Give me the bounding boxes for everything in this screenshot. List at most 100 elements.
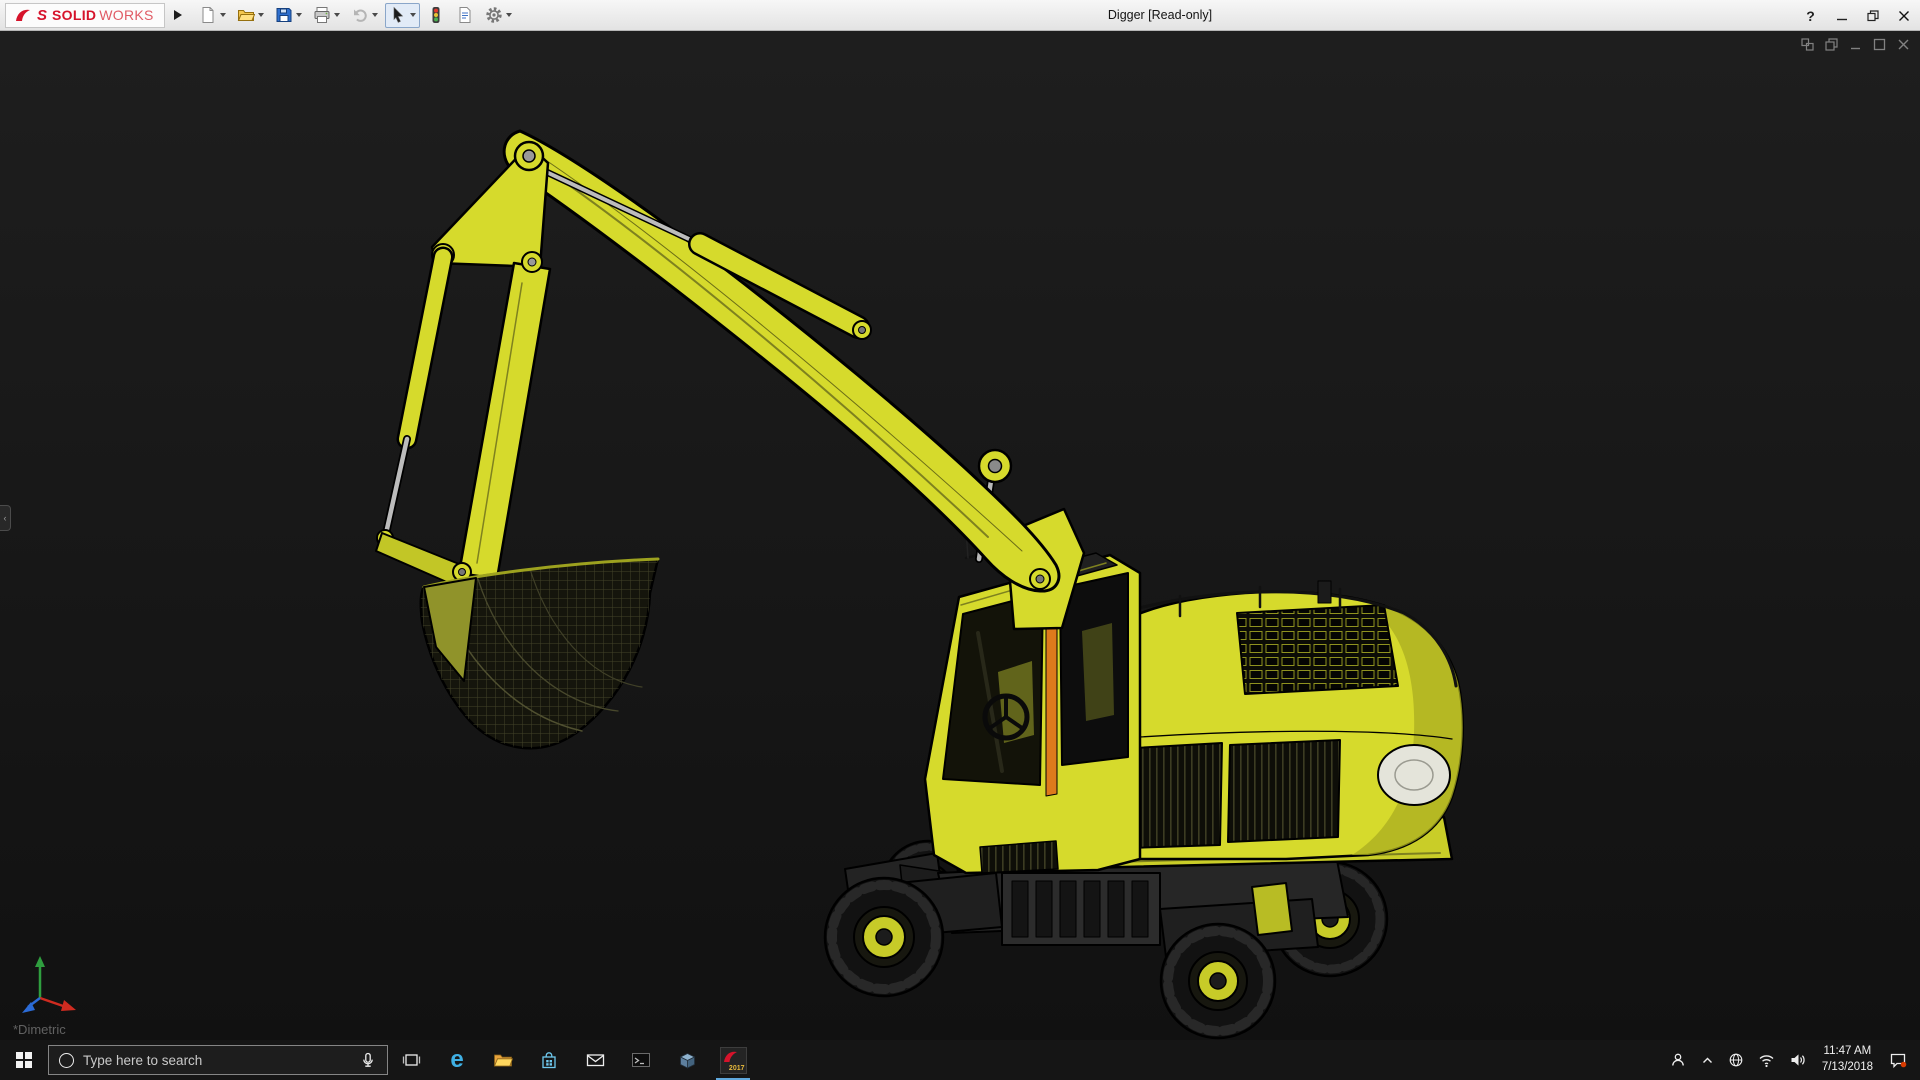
minimize-button[interactable] [1828, 4, 1855, 27]
people-button[interactable] [1662, 1051, 1694, 1069]
task-view-button[interactable] [388, 1040, 434, 1080]
console-icon [631, 1051, 651, 1069]
tank-cap [1378, 745, 1450, 805]
restore-down-icon [1867, 10, 1879, 22]
file-explorer-icon [493, 1051, 513, 1069]
exhaust [1318, 581, 1331, 603]
bucket-link [376, 533, 464, 587]
console-button[interactable] [618, 1040, 664, 1080]
tile-windows-icon[interactable] [1801, 38, 1814, 51]
edge-button[interactable]: e [434, 1040, 480, 1080]
options-button[interactable] [481, 3, 516, 28]
open-dropdown-arrow[interactable] [258, 13, 264, 17]
cad-viewer-button[interactable] [664, 1040, 710, 1080]
save-button[interactable] [271, 3, 306, 28]
ds-swoosh-icon [14, 7, 34, 23]
restore-button[interactable] [1859, 4, 1886, 27]
undo-button[interactable] [347, 3, 382, 28]
file-properties-icon [456, 6, 474, 24]
select-button[interactable] [385, 3, 420, 28]
reference-triad [16, 952, 80, 1016]
side-grille-right [1228, 740, 1340, 842]
maximize-document-icon[interactable] [1873, 38, 1886, 51]
options-dropdown-arrow[interactable] [506, 13, 512, 17]
start-button[interactable] [0, 1040, 48, 1080]
menu-flyout-arrow[interactable] [174, 10, 182, 20]
window-controls: ? [1797, 0, 1917, 31]
document-window-controls [1801, 38, 1910, 51]
close-icon [1898, 10, 1910, 22]
print-icon [313, 6, 331, 24]
brand-solid: SOLID [52, 7, 96, 23]
close-document-icon[interactable] [1897, 38, 1910, 51]
cad-cube-icon [678, 1051, 697, 1070]
excavator-model[interactable] [376, 131, 1463, 1038]
windows-taskbar: e 2017 [0, 1040, 1920, 1080]
rebuild-button[interactable] [423, 3, 449, 28]
view-orientation-label: *Dimetric [13, 1022, 66, 1037]
logo-s: S [37, 7, 47, 24]
file-properties-button[interactable] [452, 3, 478, 28]
brand-works: WORKS [99, 7, 153, 23]
select-dropdown-arrow[interactable] [410, 13, 416, 17]
wheel-rear-near[interactable] [1161, 924, 1275, 1038]
store-button[interactable] [526, 1040, 572, 1080]
new-dropdown-arrow[interactable] [220, 13, 226, 17]
rebuild-traffic-light-icon [427, 6, 445, 24]
feature-panel-collapsed-tab[interactable]: ‹ [0, 505, 11, 531]
minimize-document-icon[interactable] [1849, 38, 1862, 51]
stick-arm[interactable] [432, 142, 550, 579]
operator-seat [998, 661, 1034, 743]
open-button[interactable] [233, 3, 268, 28]
bucket-cylinder[interactable] [377, 257, 443, 546]
volume-icon [1789, 1052, 1806, 1068]
taskbar-search[interactable] [48, 1045, 388, 1075]
task-view-icon [402, 1051, 421, 1069]
undo-dropdown-arrow[interactable] [372, 13, 378, 17]
standard-toolbar [195, 3, 516, 28]
wifi-button[interactable] [1751, 1053, 1782, 1068]
clock-time: 11:47 AM [1822, 1044, 1873, 1060]
taskbar-clock[interactable]: 11:47 AM 7/13/2018 [1813, 1044, 1882, 1075]
new-document-button[interactable] [195, 3, 230, 28]
cortana-icon [59, 1053, 74, 1068]
solidworks-2017-button[interactable]: 2017 [710, 1040, 756, 1080]
action-center-button[interactable] [1882, 1052, 1914, 1069]
boom[interactable] [504, 131, 1084, 629]
print-button[interactable] [309, 3, 344, 28]
3d-viewport[interactable] [0, 31, 1920, 1040]
graphics-area[interactable]: ‹ *Dimetric [0, 31, 1920, 1040]
wheel-front-near[interactable] [825, 878, 943, 996]
save-dropdown-arrow[interactable] [296, 13, 302, 17]
volume-button[interactable] [1782, 1052, 1813, 1068]
mail-icon [586, 1051, 605, 1069]
save-icon [275, 6, 293, 24]
chevron-up-icon [1701, 1054, 1714, 1067]
edge-icon: e [450, 1048, 463, 1072]
notification-badge [1901, 1061, 1907, 1067]
engine-vent-cover [1237, 605, 1398, 694]
cascade-windows-icon[interactable] [1825, 38, 1838, 51]
show-hidden-icons-button[interactable] [1694, 1054, 1721, 1067]
undo-icon [351, 6, 369, 24]
mail-button[interactable] [572, 1040, 618, 1080]
close-button[interactable] [1890, 4, 1917, 27]
engine-housing[interactable] [1098, 581, 1463, 859]
network-button[interactable] [1721, 1052, 1751, 1068]
window-title: Digger [Read-only] [540, 8, 1780, 22]
print-dropdown-arrow[interactable] [334, 13, 340, 17]
minimize-icon [1836, 10, 1848, 22]
microphone-icon[interactable] [359, 1051, 377, 1069]
windows-logo-icon [16, 1052, 32, 1068]
titlebar: S SOLIDWORKS [0, 0, 1920, 31]
store-icon [540, 1051, 558, 1070]
search-input[interactable] [83, 1053, 350, 1068]
open-folder-icon [237, 6, 255, 24]
help-button[interactable]: ? [1797, 4, 1824, 27]
bucket[interactable] [376, 533, 658, 748]
people-icon [1669, 1051, 1687, 1069]
file-explorer-button[interactable] [480, 1040, 526, 1080]
action-center-icon [1889, 1052, 1907, 1069]
network-globe-icon [1728, 1052, 1744, 1068]
wifi-icon [1758, 1053, 1775, 1068]
